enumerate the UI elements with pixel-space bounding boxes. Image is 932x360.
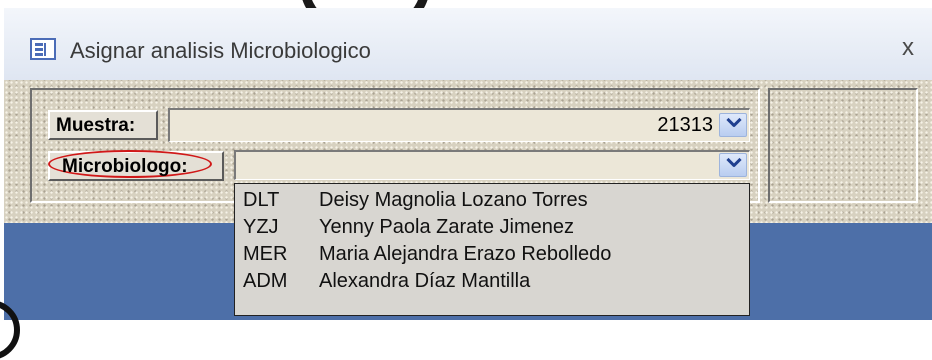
window-title: Asignar analisis Microbiologico (70, 38, 371, 63)
muestra-combobox[interactable]: 21313 (168, 108, 750, 142)
form-icon (30, 38, 56, 60)
option-code: ADM (243, 270, 288, 292)
option-code: DLT (243, 189, 280, 211)
list-item[interactable]: DLT Deisy Magnolia Lozano Torres (235, 187, 749, 214)
option-name: Deisy Magnolia Lozano Torres (319, 189, 588, 211)
list-item[interactable]: YZJ Yenny Paola Zarate Jimenez (235, 214, 749, 241)
option-name: Maria Alejandra Erazo Rebolledo (319, 243, 612, 265)
option-name: Yenny Paola Zarate Jimenez (319, 216, 574, 238)
option-code: MER (243, 243, 288, 265)
microbiologo-dropdown-list: DLT Deisy Magnolia Lozano Torres YZJ Yen… (234, 183, 750, 316)
list-item[interactable]: MER Maria Alejandra Erazo Rebolledo (235, 241, 749, 268)
close-icon[interactable]: x (902, 34, 914, 62)
microbiologo-dropdown-button[interactable] (719, 153, 747, 177)
side-frame (768, 88, 918, 203)
list-item[interactable]: ADM Alexandra Díaz Mantilla (235, 268, 749, 295)
muestra-dropdown-button[interactable] (719, 113, 747, 137)
chevron-down-icon (726, 159, 742, 171)
microbiologo-label-button[interactable]: Microbiologo: (48, 150, 224, 181)
microbiologo-label: Microbiologo: (62, 156, 188, 177)
option-code: YZJ (243, 216, 279, 238)
muestra-value: 21313 (657, 114, 713, 136)
muestra-label: Muestra: (56, 115, 136, 136)
muestra-label-button[interactable]: Muestra: (48, 110, 158, 140)
title-bar: Asignar analisis Microbiologico x (4, 8, 932, 81)
option-name: Alexandra Díaz Mantilla (319, 270, 531, 292)
microbiologo-combobox[interactable] (234, 150, 750, 180)
chevron-down-icon (726, 119, 742, 131)
